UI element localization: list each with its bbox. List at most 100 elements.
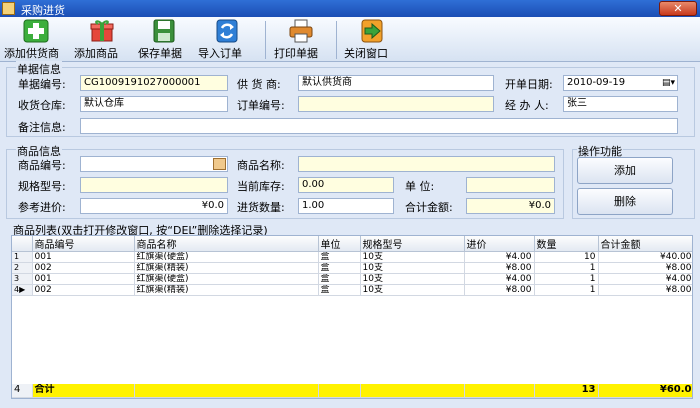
qty-field[interactable]: 1.00 (298, 198, 394, 214)
doc-no-label: 单据编号: (18, 78, 66, 91)
table-row[interactable]: 4▶ 002 红旗渠(精装) 盒 10支 ¥8.00 1 ¥8.00 (12, 284, 692, 296)
close-window-label: 关闭窗口 (344, 47, 388, 60)
cell-spec: 10支 (360, 262, 465, 274)
order-no-label: 订单编号: (237, 99, 285, 112)
supplier-label: 供 货 商: (237, 78, 281, 91)
remark-label: 备注信息: (18, 121, 66, 134)
close-window-button[interactable]: 关闭窗口 (344, 19, 400, 61)
cell-name: 红旗渠(精装) (134, 262, 319, 274)
column-header[interactable]: 数量 (534, 236, 599, 252)
cell-code: 002 (32, 262, 135, 274)
table-row[interactable]: 3 001 红旗渠(硬盒) 盒 10支 ¥4.00 1 ¥4.00 (12, 273, 692, 285)
product-code-label: 商品编号: (18, 159, 66, 172)
cell-total: ¥8.00 (598, 284, 692, 296)
cell-unit: 盒 (318, 262, 361, 274)
stock-label: 当前库存: (237, 180, 285, 193)
window-title: 采购进货 (21, 4, 65, 17)
total-row-index: 4 (12, 383, 33, 398)
amount-label: 合计金额: (405, 201, 453, 214)
floppy-disk-icon (153, 19, 175, 43)
row-index: 1 (12, 251, 33, 263)
cell-code: 002 (32, 284, 135, 296)
warehouse-field[interactable]: 默认仓库 (80, 96, 228, 112)
date-label: 开单日期: (505, 78, 553, 91)
total-amount: ¥60.0 (598, 383, 692, 398)
unit-field[interactable] (466, 177, 555, 193)
column-header[interactable]: 商品名称 (134, 236, 319, 252)
column-header[interactable]: 规格型号 (360, 236, 465, 252)
handler-label: 经 办 人: (505, 99, 549, 112)
save-doc-button[interactable]: 保存单据 (138, 19, 190, 61)
add-product-button[interactable]: 添加商品 (74, 19, 130, 61)
cell-code: 001 (32, 251, 135, 263)
column-header[interactable]: 进价 (464, 236, 535, 252)
cell-unit: 盒 (318, 251, 361, 263)
current-row-pointer-icon: ▶ (19, 285, 26, 294)
handler-field[interactable]: 张三 (563, 96, 678, 112)
total-qty: 13 (534, 383, 599, 398)
cell-spec: 10支 (360, 284, 465, 296)
save-doc-label: 保存单据 (138, 47, 182, 60)
row-index: 3 (12, 273, 33, 285)
product-list-grid[interactable]: 商品编号 商品名称 单位 规格型号 进价 数量 合计金额 1 001 红旗渠(硬… (11, 235, 693, 399)
delete-button[interactable]: 删除 (577, 188, 673, 215)
cell-name: 红旗渠(精装) (134, 284, 319, 296)
exit-arrow-icon (361, 19, 383, 43)
refresh-arrows-icon (216, 19, 238, 43)
row-index-current: 4▶ (12, 284, 33, 296)
table-row[interactable]: 2 002 红旗渠(精装) 盒 10支 ¥8.00 1 ¥8.00 (12, 262, 692, 274)
ref-price-field[interactable]: ¥0.0 (80, 198, 228, 214)
cell-price: ¥4.00 (464, 251, 535, 263)
column-header[interactable]: 单位 (318, 236, 361, 252)
gift-box-icon (90, 20, 114, 42)
cell-unit: 盒 (318, 284, 361, 296)
cell-code: 001 (32, 273, 135, 285)
toolbar-separator (265, 21, 266, 59)
warehouse-label: 收货仓库: (18, 99, 66, 112)
column-header[interactable]: 商品编号 (32, 236, 135, 252)
total-label: 合计 (32, 383, 135, 398)
column-header[interactable]: 合计金额 (598, 236, 692, 252)
order-no-field[interactable] (298, 96, 494, 112)
product-name-field[interactable] (298, 156, 555, 172)
supplier-field[interactable]: 默认供货商 (298, 75, 494, 91)
title-bar: 采购进货 ✕ (0, 0, 700, 17)
toolbar: 添加供货商 添加商品 保存单据 导入订单 打印单据 关闭窗口 (0, 17, 700, 62)
add-button[interactable]: 添加 (577, 157, 673, 184)
cell-price: ¥4.00 (464, 273, 535, 285)
add-supplier-label: 添加供货商 (4, 47, 59, 60)
app-icon (2, 2, 15, 15)
green-plus-icon (23, 19, 49, 43)
row-index: 2 (12, 262, 33, 274)
cell-total: ¥8.00 (598, 262, 692, 274)
cell-price: ¥8.00 (464, 284, 535, 296)
remark-field[interactable] (80, 118, 678, 134)
spec-label: 规格型号: (18, 180, 66, 193)
cell-qty: 1 (534, 273, 599, 285)
print-doc-button[interactable]: 打印单据 (274, 19, 328, 61)
date-field[interactable]: 2010-09-19 ▤▾ (563, 75, 678, 91)
spec-field[interactable] (80, 177, 228, 193)
cell-total: ¥4.00 (598, 273, 692, 285)
import-order-button[interactable]: 导入订单 (198, 19, 256, 61)
doc-info-title: 单据信息 (16, 61, 62, 77)
stock-field[interactable]: 0.00 (298, 177, 394, 193)
product-name-label: 商品名称: (237, 159, 285, 172)
cell-spec: 10支 (360, 273, 465, 285)
ref-price-label: 参考进价: (18, 201, 66, 214)
table-row[interactable]: 1 001 红旗渠(硬盒) 盒 10支 ¥4.00 10 ¥40.00 (12, 251, 692, 263)
calendar-dropdown-icon[interactable]: ▤▾ (662, 76, 675, 90)
print-doc-label: 打印单据 (274, 47, 318, 60)
window-close-button[interactable]: ✕ (659, 1, 697, 16)
amount-field[interactable]: ¥0.0 (466, 198, 555, 214)
grid-header-row: 商品编号 商品名称 单位 规格型号 进价 数量 合计金额 (12, 236, 692, 252)
lookup-icon[interactable] (213, 158, 226, 170)
cell-price: ¥8.00 (464, 262, 535, 274)
cell-total: ¥40.00 (598, 251, 692, 263)
product-code-field[interactable] (80, 156, 228, 172)
add-supplier-button[interactable]: 添加供货商 (4, 19, 68, 61)
add-product-label: 添加商品 (74, 47, 118, 60)
total-row: 4 合计 13 ¥60.0 (12, 383, 692, 398)
unit-label: 单 位: (405, 180, 435, 193)
doc-no-field[interactable]: CG1009191027000001 (80, 75, 228, 91)
